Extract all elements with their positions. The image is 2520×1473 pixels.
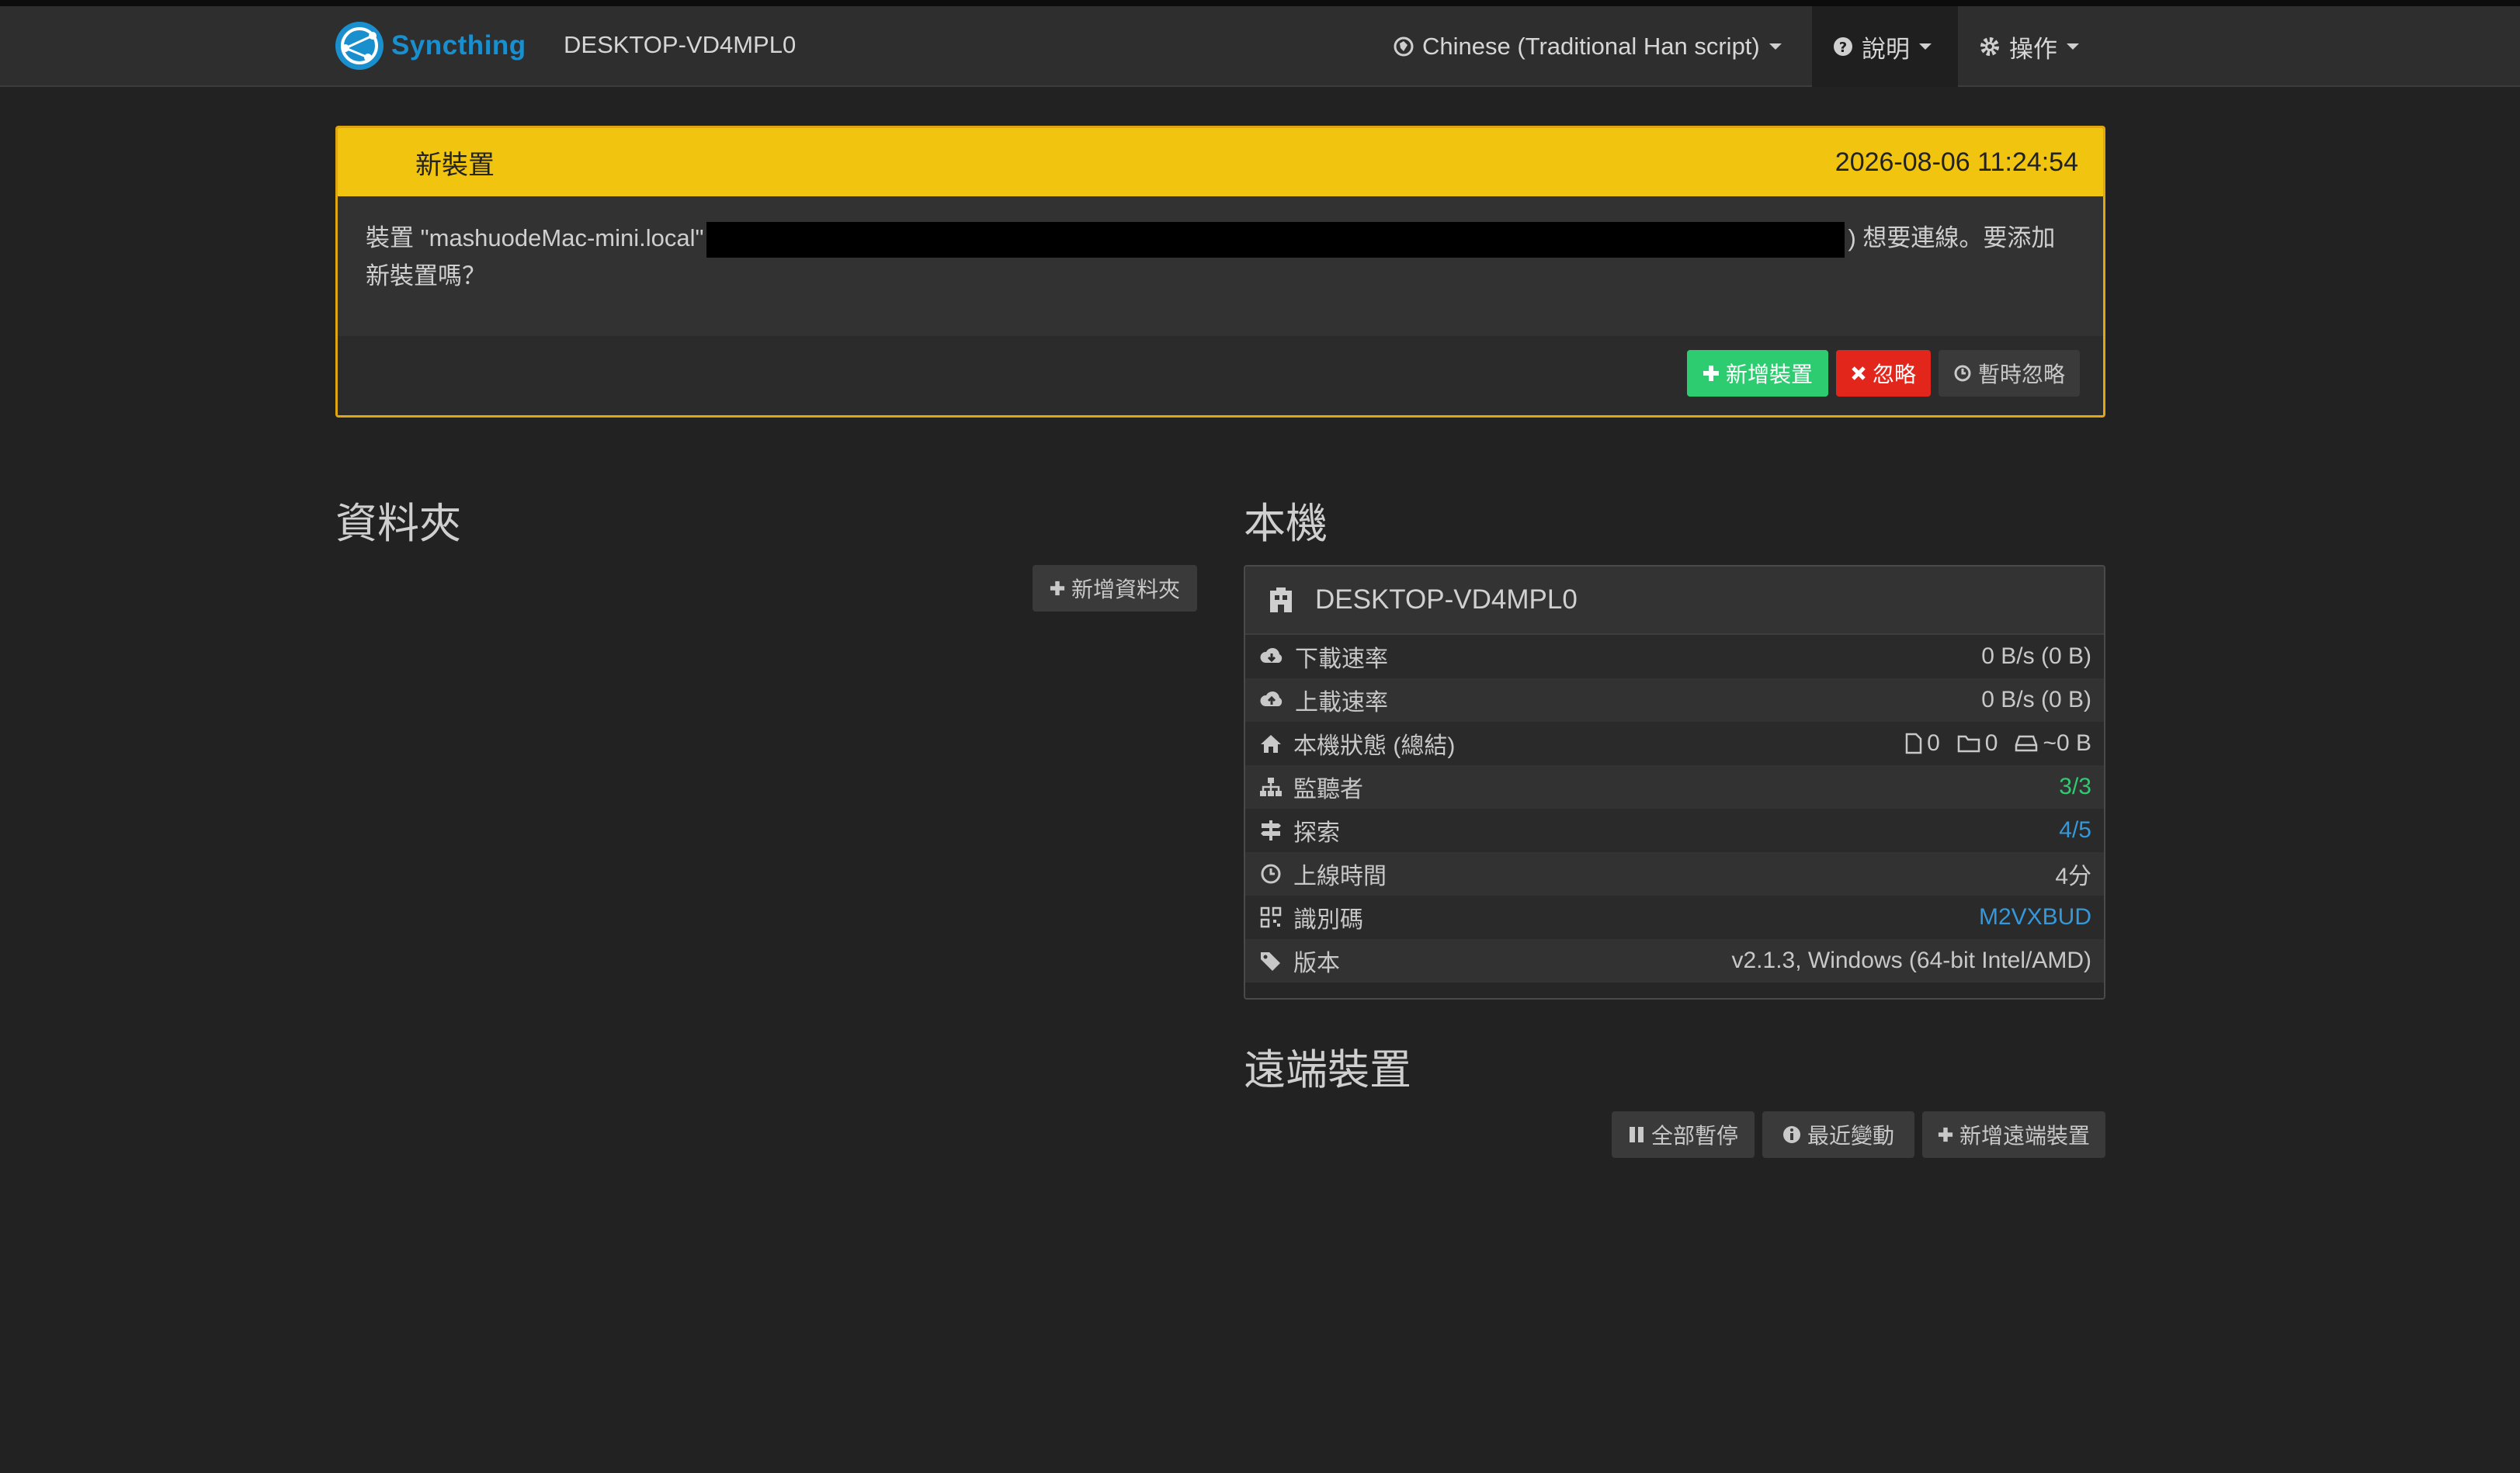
actions-label: 操作 (2009, 35, 2057, 63)
upload-rate-label: 上載速率 (1295, 690, 1388, 716)
notice-message-prefix: 裝置 "mashuodeMac-mini.local" (366, 224, 704, 251)
add-remote-device-label: 新增遠端裝置 (1959, 1124, 2090, 1148)
sitemap-icon (1260, 778, 1282, 796)
add-folder-button[interactable]: 新增資料夾 (1033, 565, 1197, 612)
actions-menu[interactable]: 操作 (1958, 6, 2105, 87)
dismiss-button[interactable]: 暫時忽略 (1939, 350, 2080, 397)
upload-rate-value: 0 B/s (0 B) (1981, 687, 2091, 712)
window-top-border (0, 0, 2520, 6)
device-id-label: 識別碼 (1293, 907, 1363, 933)
version-row: 版本 v2.1.3, Windows (64-bit Intel/AMD) (1245, 939, 2104, 983)
qrcode-icon (1260, 906, 1282, 928)
add-device-label: 新增裝置 (1725, 362, 1813, 386)
navbar: Syncthing DESKTOP-VD4MPL0 Chinese (Tradi… (0, 6, 2520, 87)
device-id-row: 識別碼 M2VXBUD (1245, 896, 2104, 939)
plus-icon (1938, 1127, 1953, 1142)
download-rate-label: 下載速率 (1295, 646, 1388, 672)
this-device-header[interactable]: DESKTOP-VD4MPL0 (1245, 567, 2104, 635)
brand-name: Syncthing (391, 30, 526, 61)
listeners-label: 監聽者 (1293, 777, 1363, 802)
local-folders-count: 0 (1984, 730, 1998, 756)
recent-changes-button[interactable]: 最近變動 (1762, 1111, 1914, 1158)
this-device-heading: 本機 (1244, 501, 1328, 547)
folders-heading: 資料夾 (335, 501, 461, 547)
redacted-device-id (706, 221, 1845, 258)
ignore-label: 忽略 (1872, 362, 1916, 386)
local-files-count: 0 (1927, 730, 1940, 756)
notice-footer: 新增裝置 忽略 暫時忽略 (338, 336, 2103, 415)
language-icon (1394, 36, 1414, 57)
cloud-upload-icon (1260, 691, 1283, 706)
notice-message: 裝置 "mashuodeMac-mini.local" ) 想要連線。要添加 新裝… (338, 196, 2103, 336)
language-label: Chinese (Traditional Han script) (1422, 33, 1760, 60)
download-rate-row: 下載速率 0 B/s (0 B) (1245, 635, 2104, 678)
add-device-button[interactable]: 新增裝置 (1687, 350, 1828, 397)
ignore-button[interactable]: 忽略 (1836, 350, 1931, 397)
notice-header: 新裝置 2026-08-06 11:24:54 (338, 128, 2103, 196)
gear-icon (1980, 37, 1999, 56)
remote-devices-heading: 遠端裝置 (1244, 1047, 1411, 1093)
upload-rate-row: 上載速率 0 B/s (0 B) (1245, 678, 2104, 722)
pause-all-label: 全部暫停 (1650, 1124, 1738, 1148)
help-menu[interactable]: ? 說明 (1812, 6, 1958, 87)
listeners-row: 監聽者 3/3 (1245, 765, 2104, 809)
local-state-label: 本機狀態 (總結) (1293, 733, 1456, 759)
cloud-download-icon (1260, 648, 1283, 663)
clock-icon (1954, 365, 1971, 382)
language-menu[interactable]: Chinese (Traditional Han script) (1373, 6, 1802, 87)
local-state-row: 本機狀態 (總結) 0 0 ~0 B (1245, 722, 2104, 765)
notice-message-line2: 新裝置嗎？ (366, 262, 486, 289)
clock-icon (1261, 864, 1281, 884)
plus-icon (1703, 366, 1719, 381)
this-device-panel: DESKTOP-VD4MPL0 下載速率 0 B/s (0 B) 上載速率 0 … (1244, 565, 2105, 1000)
add-folder-label: 新增資料夾 (1071, 577, 1180, 601)
discovery-row: 探索 4/5 (1245, 809, 2104, 852)
local-state-value: 0 0 ~0 B (1888, 730, 2091, 757)
add-remote-device-button[interactable]: 新增遠端裝置 (1922, 1111, 2105, 1158)
chevron-down-icon (1769, 43, 1782, 50)
pause-icon (1629, 1127, 1644, 1142)
version-label: 版本 (1293, 951, 1340, 976)
notice-title: 新裝置 (415, 150, 495, 180)
version-value: v2.1.3, Windows (64-bit Intel/AMD) (1731, 948, 2092, 973)
info-icon (1782, 1126, 1800, 1143)
help-label: 說明 (1862, 35, 1910, 63)
device-id-link[interactable]: M2VXBUD (1979, 904, 2091, 931)
host-name: DESKTOP-VD4MPL0 (564, 31, 797, 58)
question-circle-icon: ? (1834, 37, 1852, 56)
file-icon (1905, 733, 1922, 754)
signpost-icon (1261, 820, 1281, 840)
tag-icon (1261, 952, 1280, 971)
recent-changes-label: 最近變動 (1807, 1124, 1894, 1148)
folder-icon (1957, 735, 1980, 753)
uptime-label: 上線時間 (1293, 864, 1387, 889)
chevron-down-icon (1919, 43, 1932, 50)
uptime-value: 4分 (2055, 864, 2091, 889)
hdd-icon (2015, 735, 2038, 752)
home-icon (1261, 735, 1281, 753)
discovery-label: 探索 (1293, 820, 1340, 846)
plus-icon (1050, 581, 1065, 596)
this-device-name: DESKTOP-VD4MPL0 (1315, 584, 1578, 615)
chevron-down-icon (2067, 43, 2079, 50)
uptime-row: 上線時間 4分 (1245, 852, 2104, 896)
download-rate-value: 0 B/s (0 B) (1981, 643, 2091, 669)
notice-timestamp: 2026-08-06 11:24:54 (1834, 147, 2078, 177)
this-device-rows: 下載速率 0 B/s (0 B) 上載速率 0 B/s (0 B) 本機狀態 (… (1245, 635, 2104, 983)
close-icon (1852, 366, 1866, 380)
listeners-value[interactable]: 3/3 (2059, 774, 2091, 800)
pause-all-button[interactable]: 全部暫停 (1612, 1111, 1755, 1158)
new-device-notice: 新裝置 2026-08-06 11:24:54 裝置 "mashuodeMac-… (335, 126, 2105, 418)
notice-message-suffix: ) 想要連線。要添加 (1848, 224, 2056, 251)
svg-text:?: ? (1839, 40, 1847, 56)
dismiss-label: 暫時忽略 (1977, 362, 2065, 386)
building-icon (1270, 587, 1292, 612)
discovery-value[interactable]: 4/5 (2059, 817, 2091, 844)
local-size: ~0 B (2043, 730, 2091, 756)
brand[interactable]: Syncthing (334, 19, 526, 73)
syncthing-logo-icon (335, 22, 384, 70)
